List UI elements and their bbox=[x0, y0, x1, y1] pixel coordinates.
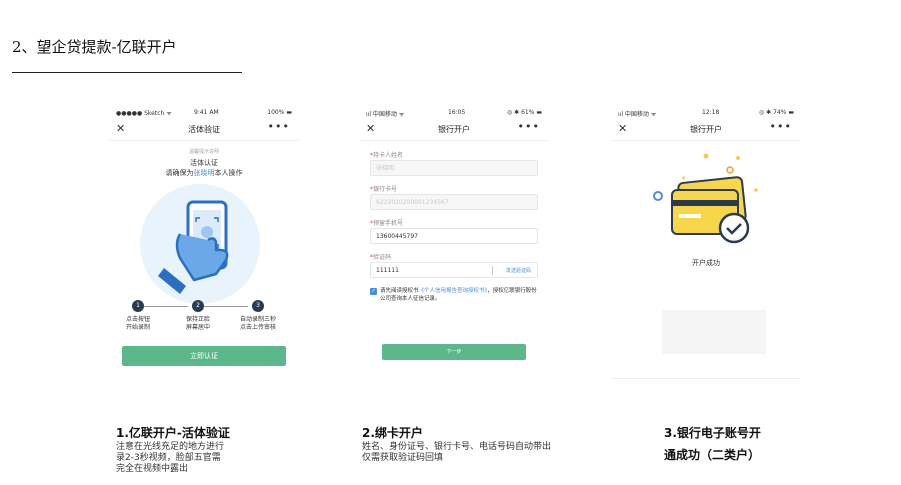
hand-phone-icon bbox=[158, 200, 229, 294]
clock-text: 12:18 bbox=[702, 109, 720, 116]
section-heading: 2、望企贷提款-亿联开户 bbox=[12, 38, 177, 56]
send-code-divider bbox=[492, 266, 493, 275]
more-icon[interactable]: ••• bbox=[770, 120, 792, 133]
caption-line: 仅需获取验证码回填 bbox=[362, 453, 444, 463]
start-verification-button[interactable]: 立即认证 bbox=[122, 346, 286, 366]
step-label-line: 点击按钮 bbox=[125, 316, 150, 323]
authorization-text: 请先阅读授权书《个人信用报告查询授权书》，授权亿联银行股份公司查询本人征信记录。 bbox=[380, 287, 540, 303]
caption-3-title-line2: 通成功（二类户） bbox=[664, 448, 761, 462]
card-success-icon bbox=[653, 153, 758, 244]
phone-screen-bank-account: ııl 中国移动 ᯤ 16:05 ◎ ✱ 61% ▬ ✕ 银行开户 ••• *持… bbox=[360, 100, 548, 382]
carrier-text: ııl 中国移动 ᯤ bbox=[618, 111, 657, 118]
card-number-label: *银行卡号 bbox=[370, 186, 398, 193]
caption-1-title: 1.亿联开户-活体验证 bbox=[116, 426, 230, 440]
label-text: 预留手机号 bbox=[373, 220, 404, 227]
more-icon[interactable]: ••• bbox=[268, 120, 290, 133]
clock-text: 16:05 bbox=[448, 109, 466, 116]
step-number-2: 2 bbox=[192, 300, 204, 312]
phone-number-label: *预留手机号 bbox=[370, 220, 404, 227]
nav-bar: ✕ 银行开户 ••• bbox=[360, 120, 548, 138]
card-number-field[interactable]: 6222020200001234567 bbox=[370, 194, 538, 210]
verification-code-box: 111111 发送验证码 bbox=[370, 262, 538, 278]
phone-screen-account-success: ııl 中国移动 ᯤ 12:18 ◎ ✱ 74% ▬ ✕ 银行开户 ••• 开户… bbox=[612, 100, 800, 382]
step-connector bbox=[144, 306, 188, 307]
status-bar: ııl 中国移动 ᯤ 16:05 ◎ ✱ 61% ▬ bbox=[366, 109, 542, 118]
hint-text: 温馨提示说明 bbox=[188, 149, 219, 155]
clock-text: 9:41 AM bbox=[194, 109, 219, 116]
phone-screen-liveness: ●●●●● Sketch ᯤ 9:41 AM 100% ▬ ✕ 活体验证 •••… bbox=[110, 100, 298, 382]
cardholder-name-label: *持卡人姓名 bbox=[370, 152, 404, 159]
battery-text: ◎ ✱ 61% ▬ bbox=[507, 109, 542, 116]
battery-text: ◎ ✱ 74% ▬ bbox=[759, 109, 794, 116]
caption-line: 录2-3秒视频，脸部五官需 bbox=[116, 453, 221, 463]
verification-code-field[interactable]: 111111 bbox=[376, 267, 399, 274]
instruction-suffix: 本人操作 bbox=[214, 169, 243, 177]
step-label-3: 自动录制三秒 点击上传审核 bbox=[230, 316, 286, 332]
more-icon[interactable]: ••• bbox=[518, 120, 540, 133]
caption-1-body: 注意在光线充足的地方进行 录2-3秒视频，脸部五官需 完全在视频中露出 bbox=[116, 442, 224, 475]
label-text: 持卡人姓名 bbox=[373, 152, 404, 159]
step-connector bbox=[204, 306, 248, 307]
liveness-steps: 1 2 3 点击按钮 开始录制 保持正脸 屏幕居中 自动录制三秒 点击上传审核 bbox=[110, 300, 298, 340]
label-text: 银行卡号 bbox=[373, 186, 398, 193]
caption-line: 注意在光线充足的地方进行 bbox=[116, 442, 225, 452]
step-label-1: 点击按钮 开始录制 bbox=[110, 316, 166, 332]
nav-divider bbox=[360, 140, 548, 141]
phone-number-field[interactable]: 13600445797 bbox=[370, 228, 538, 244]
placeholder-block bbox=[662, 310, 766, 354]
send-code-button[interactable]: 发送验证码 bbox=[506, 263, 531, 279]
carrier-text: ııl 中国移动 ᯤ bbox=[366, 111, 405, 118]
verification-code-label: *验证码 bbox=[370, 254, 392, 261]
success-message: 开户成功 bbox=[692, 259, 720, 267]
caption-3-title-line1: 3.银行电子账号开 bbox=[664, 426, 761, 440]
step-label-line: 自动录制三秒 bbox=[239, 316, 276, 323]
step-number-1: 1 bbox=[132, 300, 144, 312]
caption-2-body: 姓名、身份证号、银行卡号、电话号码自动带出 仅需获取验证码回填 bbox=[362, 442, 551, 464]
bottom-divider bbox=[612, 378, 800, 379]
nav-bar: ✕ 银行开户 ••• bbox=[612, 120, 800, 138]
step-label-line: 保持正脸 bbox=[185, 316, 210, 323]
agree-checkbox[interactable]: ✓ bbox=[370, 288, 377, 295]
nav-divider bbox=[612, 140, 800, 141]
caption-line: 完全在视频中露出 bbox=[116, 464, 189, 474]
agree-prefix: 请先阅读授权书 bbox=[380, 288, 419, 294]
battery-text: 100% ▬ bbox=[267, 109, 292, 116]
liveness-instruction: 请确保为张晓明本人操作 bbox=[110, 168, 298, 178]
caption-2-title: 2.绑卡开户 bbox=[362, 426, 423, 440]
nav-divider bbox=[110, 140, 298, 141]
next-button[interactable]: 下一步 bbox=[382, 344, 526, 360]
step-number-3: 3 bbox=[252, 300, 264, 312]
step-label-line: 开始录制 bbox=[125, 324, 150, 331]
instruction-prefix: 请确保为 bbox=[165, 169, 194, 177]
liveness-title: 活体认证 bbox=[190, 159, 218, 167]
caption-line: 姓名、身份证号、银行卡号、电话号码自动带出 bbox=[362, 442, 552, 452]
user-name: 张晓明 bbox=[193, 169, 215, 177]
carrier-text: ●●●●● Sketch ᯤ bbox=[116, 110, 172, 117]
heading-underline bbox=[12, 72, 242, 73]
label-text: 验证码 bbox=[373, 254, 392, 261]
status-bar: ●●●●● Sketch ᯤ 9:41 AM 100% ▬ bbox=[116, 109, 292, 118]
nav-bar: ✕ 活体验证 ••• bbox=[110, 120, 298, 138]
step-label-2: 保持正脸 屏幕居中 bbox=[170, 316, 226, 332]
authorization-link[interactable]: 《个人信用报告查询授权书》 bbox=[419, 288, 488, 294]
status-bar: ııl 中国移动 ᯤ 12:18 ◎ ✱ 74% ▬ bbox=[618, 109, 794, 118]
cardholder-name-field[interactable]: 张晓明 bbox=[370, 160, 538, 176]
step-label-line: 点击上传审核 bbox=[239, 324, 276, 331]
step-label-line: 屏幕居中 bbox=[185, 324, 210, 331]
